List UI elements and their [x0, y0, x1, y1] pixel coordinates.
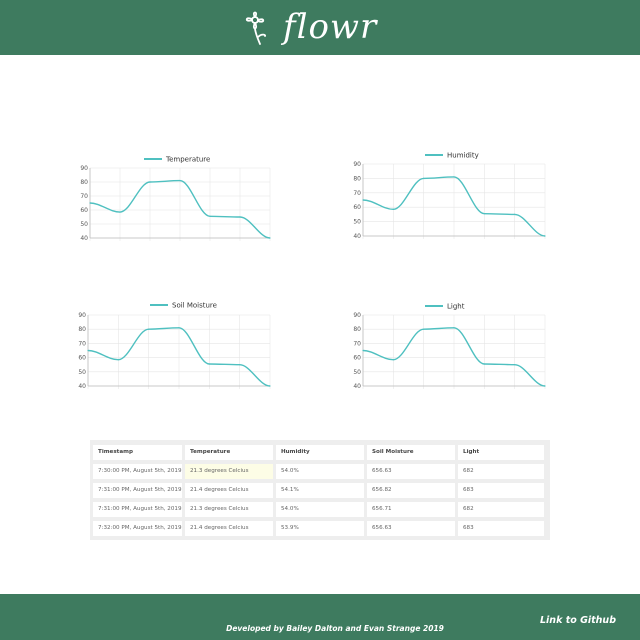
table-cell: 54.0% [276, 464, 364, 479]
data-point [392, 208, 394, 210]
table-row: 7:32:00 PM, August 5th, 2019 21.4 degree… [93, 519, 547, 538]
data-point [117, 359, 119, 361]
legend-label: Light [447, 303, 465, 311]
table-cell: 656.63 [367, 464, 455, 479]
table-cell: 21.4 degrees Celcius [185, 483, 273, 498]
data-point [483, 363, 485, 365]
table-row: 7:31:00 PM, August 5th, 2019 21.3 degree… [93, 500, 547, 519]
data-point [483, 213, 485, 215]
y-tick-label: 70 [80, 193, 88, 200]
column-header-soil-moisture: Soil Moisture [367, 445, 455, 460]
table-cell: 53.9% [276, 521, 364, 536]
y-tick-label: 50 [353, 219, 361, 226]
data-point [544, 235, 546, 237]
table-cell: 682 [458, 464, 544, 479]
table-cell: 54.0% [276, 502, 364, 517]
site-footer: Link to Github Developed by Bailey Dalto… [0, 594, 640, 640]
legend-label: Temperature [165, 156, 210, 164]
data-point [208, 363, 210, 365]
temperature-chart: 90 80 70 60 50 40 Temperature [70, 150, 290, 250]
y-tick-label: 50 [78, 369, 86, 376]
data-point [544, 385, 546, 387]
column-header-humidity: Humidity [276, 445, 364, 460]
data-point [148, 328, 150, 330]
column-header-timestamp: Timestamp [93, 445, 182, 460]
y-tick-label: 50 [80, 221, 88, 228]
soil-moisture-chart: 90 80 70 60 50 40 Soil Moisture [70, 298, 290, 398]
y-tick-label: 70 [353, 190, 361, 197]
y-tick-label: 70 [353, 340, 361, 347]
data-point [239, 364, 241, 366]
data-point [423, 177, 425, 179]
data-point [178, 327, 180, 329]
light-chart: 90 80 70 60 50 40 Light [345, 298, 565, 398]
data-point [269, 237, 271, 239]
data-point [514, 364, 516, 366]
data-point [362, 349, 364, 352]
site-header: flowr [0, 0, 640, 55]
table-cell: 683 [458, 521, 544, 536]
data-point [269, 385, 271, 387]
table-row: 7:31:00 PM, August 5th, 2019 21.4 degree… [93, 481, 547, 500]
table-cell: 656.82 [367, 483, 455, 498]
y-tick-label: 70 [78, 340, 86, 347]
table-cell: 7:31:00 PM, August 5th, 2019 [93, 483, 182, 498]
table-cell: 656.63 [367, 521, 455, 536]
y-tick-label: 40 [78, 383, 86, 390]
table-cell: 7:30:00 PM, August 5th, 2019 [93, 464, 182, 479]
table-cell: 7:32:00 PM, August 5th, 2019 [93, 521, 182, 536]
data-point [514, 213, 516, 215]
y-tick-label: 80 [353, 326, 361, 333]
table-cell: 682 [458, 502, 544, 517]
data-point [179, 180, 181, 182]
y-tick-label: 60 [80, 207, 88, 214]
y-tick-label: 80 [80, 179, 88, 186]
readings-table: Timestamp Temperature Humidity Soil Mois… [90, 440, 550, 540]
y-tick-label: 50 [353, 369, 361, 376]
table-cell: 656.71 [367, 502, 455, 517]
data-point [362, 199, 364, 201]
humidity-chart: 90 80 70 60 50 40 Humidity [345, 148, 565, 248]
data-point [87, 349, 89, 352]
table-cell: 54.1% [276, 483, 364, 498]
y-tick-label: 40 [353, 233, 361, 240]
data-point [239, 216, 241, 218]
y-tick-label: 60 [353, 204, 361, 211]
y-tick-label: 80 [78, 326, 86, 333]
y-tick-label: 60 [78, 355, 86, 362]
table-cell: 21.3 degrees Celcius [185, 464, 273, 479]
column-header-temperature: Temperature [185, 445, 273, 460]
data-point [119, 211, 121, 213]
footer-credit: Developed by Bailey Dalton and Evan Stra… [226, 624, 444, 633]
data-point [89, 202, 91, 204]
data-point [453, 327, 455, 329]
table-header-row: Timestamp Temperature Humidity Soil Mois… [93, 443, 547, 462]
table-cell: 683 [458, 483, 544, 498]
y-tick-label: 40 [353, 383, 361, 390]
y-tick-label: 40 [80, 235, 88, 242]
y-tick-label: 90 [78, 312, 86, 319]
y-tick-label: 60 [353, 355, 361, 362]
legend-label: Humidity [447, 152, 479, 160]
data-point [423, 328, 425, 330]
table-cell: 7:31:00 PM, August 5th, 2019 [93, 502, 182, 517]
y-tick-label: 90 [353, 312, 361, 319]
y-tick-label: 90 [353, 161, 361, 168]
table-row: 7:30:00 PM, August 5th, 2019 21.3 degree… [93, 462, 547, 481]
data-point [392, 359, 394, 361]
data-point [209, 215, 211, 217]
flower-icon [245, 11, 267, 45]
column-header-light: Light [458, 445, 544, 460]
table-cell: 21.4 degrees Celcius [185, 521, 273, 536]
y-tick-label: 80 [353, 175, 361, 182]
table-cell: 21.3 degrees Celcius [185, 502, 273, 517]
app-logo-text[interactable]: flowr [283, 5, 377, 49]
legend-label: Soil Moisture [172, 302, 217, 310]
y-tick-label: 90 [80, 165, 88, 172]
data-point [149, 181, 151, 183]
data-point [453, 176, 455, 178]
